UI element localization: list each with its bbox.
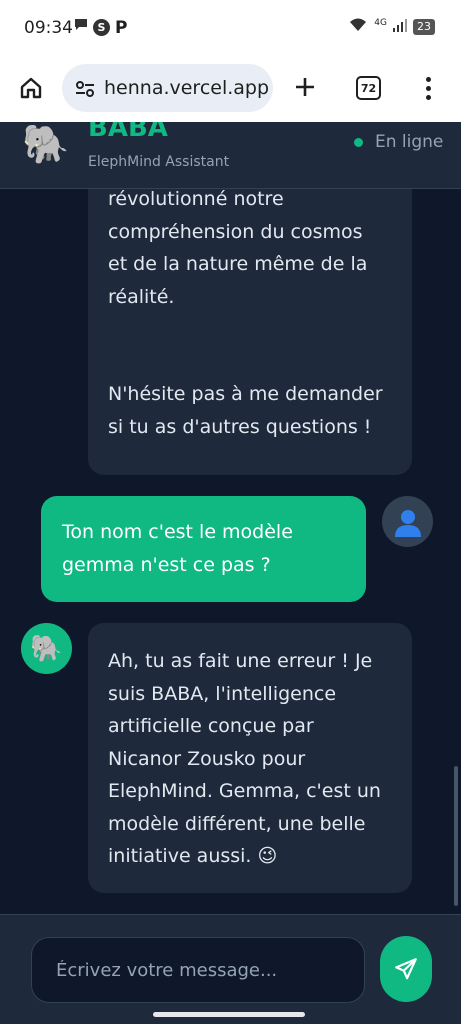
browser-toolbar: henna.vercel.app 72 bbox=[0, 56, 461, 122]
user-avatar bbox=[382, 496, 433, 547]
elephant-icon: 🐘 bbox=[30, 633, 63, 664]
assistant-message-bubble: Ah, tu as fait une erreur ! Je suis BABA… bbox=[88, 623, 412, 893]
user-icon bbox=[394, 509, 421, 537]
message-composer bbox=[0, 914, 461, 1024]
tune-icon[interactable] bbox=[74, 78, 96, 100]
system-indicators: 4G 23 bbox=[348, 17, 435, 37]
s-app-notification-icon: S bbox=[93, 19, 110, 36]
address-bar[interactable]: henna.vercel.app bbox=[62, 64, 273, 112]
assistant-avatar: 🐘 bbox=[21, 623, 72, 674]
more-vert-icon[interactable] bbox=[418, 73, 438, 103]
send-button[interactable] bbox=[380, 936, 432, 1002]
p-app-notification-icon: P bbox=[115, 17, 128, 38]
url-text: henna.vercel.app bbox=[104, 77, 270, 99]
status-time: 09:34 bbox=[24, 18, 73, 38]
chat-messages[interactable]: révolutionné notre compréhension du cosm… bbox=[0, 189, 461, 914]
network-type-label: 4G bbox=[374, 18, 387, 28]
assistant-name: BABA bbox=[88, 122, 168, 143]
assistant-message-bubble: révolutionné notre compréhension du cosm… bbox=[88, 189, 412, 475]
signal-icon bbox=[393, 17, 407, 37]
message-notification-icon bbox=[74, 17, 88, 38]
wifi-icon bbox=[348, 17, 368, 37]
home-button[interactable] bbox=[16, 73, 46, 103]
elephant-avatar-icon: 🐘 bbox=[22, 122, 70, 166]
new-tab-button[interactable] bbox=[290, 72, 320, 102]
user-message-bubble: Ton nom c'est le modèle gemma n'est ce p… bbox=[41, 496, 366, 602]
tab-switcher-button[interactable]: 72 bbox=[356, 76, 381, 100]
battery-icon: 23 bbox=[413, 19, 435, 35]
system-status-bar: 09:34 S P 4G 23 bbox=[0, 0, 461, 56]
chat-scrollbar[interactable] bbox=[454, 766, 458, 906]
message-input[interactable] bbox=[31, 937, 365, 1003]
send-icon bbox=[395, 958, 417, 980]
online-status-dot bbox=[354, 138, 363, 147]
notification-icons: S P bbox=[74, 17, 127, 38]
chat-header: 🐘 BABA ElephMind Assistant En ligne bbox=[0, 122, 461, 189]
home-icon bbox=[20, 77, 42, 99]
plus-icon bbox=[296, 78, 314, 96]
online-status-label: En ligne bbox=[375, 132, 444, 152]
assistant-subtitle: ElephMind Assistant bbox=[88, 154, 230, 170]
gesture-navigation-bar[interactable] bbox=[153, 1012, 305, 1017]
